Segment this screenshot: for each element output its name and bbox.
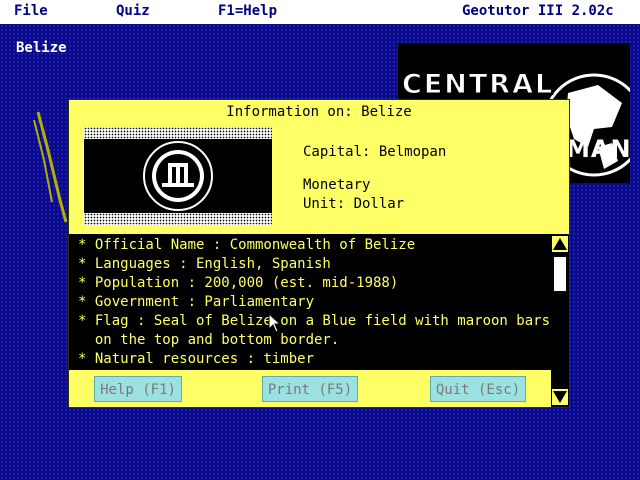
mouse-pointer-icon [268,313,282,333]
scroll-up-arrow-icon[interactable] [552,236,568,252]
print-button[interactable]: Print (F5) [262,376,358,402]
fact-line: * Government : Parliamentary [78,294,315,310]
country-map-outline [33,111,68,223]
menu-help[interactable]: F1=Help [218,3,277,19]
banner-title: CENTRAL [401,69,555,101]
help-button[interactable]: Help (F1) [94,376,182,402]
fact-line: * Flag : Seal of Belize on a Blue field … [78,313,551,329]
capital-text: Capital: Belmopan [303,144,447,160]
facts-scrollbar[interactable] [551,234,569,407]
scroll-down-arrow-icon[interactable] [552,389,568,405]
menu-quiz[interactable]: Quiz [116,3,150,19]
fact-line: * Official Name : Commonwealth of Belize [78,237,416,253]
facts-list[interactable]: * Official Name : Commonwealth of Belize… [69,234,551,370]
scrollbar-thumb[interactable] [553,256,567,292]
dialog-title: Information on: Belize [226,104,412,120]
fact-line: * Languages : English, Spanish [78,256,331,272]
country-info-dialog: Information on: Belize Capital: Belmopan… [68,99,570,408]
app-title: Geotutor III 2.02c [462,3,614,19]
seal-icon [143,141,213,211]
banner-subtitle: MAN [566,135,630,163]
quit-button[interactable]: Quit (Esc) [430,376,526,402]
country-name-label: Belize [16,40,67,56]
monetary-text: Monetary Unit: Dollar [303,177,405,212]
menu-bar: File Quiz F1=Help Geotutor III 2.02c [0,0,640,24]
fact-line: * Natural resources : timber [78,351,315,367]
fact-line: * Population : 200,000 (est. mid-1988) [78,275,399,291]
country-flag [84,127,272,225]
fact-line: on the top and bottom border. [78,332,340,348]
menu-file[interactable]: File [14,3,48,19]
